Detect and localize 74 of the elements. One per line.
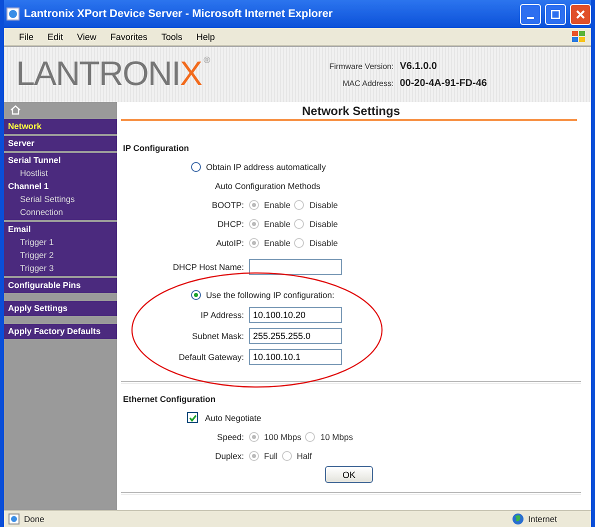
option-label: Use the following IP configuration: <box>206 290 334 300</box>
sidebar-item[interactable]: Channel 1 <box>4 180 117 193</box>
menu-item[interactable]: File <box>12 32 41 42</box>
radio-button[interactable] <box>191 162 201 172</box>
sidebar-item[interactable]: Hostlist <box>4 167 117 180</box>
checkbox[interactable] <box>187 412 198 423</box>
option-label: Enable <box>264 218 290 228</box>
field-label: BOOTP: <box>210 200 245 210</box>
option-label: Half <box>296 450 312 460</box>
globe-icon <box>512 513 524 525</box>
sidebar-item[interactable]: Serial Settings <box>4 193 117 206</box>
field-label: DHCP: <box>216 218 245 228</box>
sidebar-item[interactable]: Apply Settings <box>4 302 117 315</box>
page-title: Network Settings <box>300 103 401 119</box>
window-title: Lantronix XPort Device Server - Microsoft Internet Explorer <box>24 8 334 20</box>
field-label: AutoIP: <box>215 238 245 248</box>
radio-button[interactable] <box>191 290 201 300</box>
option-label: 100 Mbps <box>264 432 302 442</box>
sidebar-item[interactable]: Trigger 1 <box>4 236 117 249</box>
mac-label: MAC Address: <box>342 78 394 88</box>
mac-address: 00-20-4A-91-FD-46 <box>400 78 487 88</box>
menu-item[interactable]: Help <box>189 32 222 42</box>
sidebar-item[interactable]: Email <box>4 223 117 236</box>
status-text: Done <box>24 514 44 524</box>
input-field[interactable]: 10.100.10.20 <box>249 306 342 322</box>
menu-item[interactable]: Tools <box>154 32 190 42</box>
field-label: Speed: <box>216 432 245 442</box>
menu-item[interactable]: View <box>70 32 104 42</box>
option-label: 10 Mbps <box>320 432 353 442</box>
option-label: Disable <box>309 200 338 210</box>
option-label: Full <box>264 450 278 460</box>
host-name-field[interactable] <box>249 258 342 274</box>
maximize-icon <box>551 10 560 18</box>
option-label: Disable <box>309 218 338 228</box>
windows-flag-icon <box>571 30 587 44</box>
firmware-label: Firmware Version: <box>329 62 394 70</box>
sidebar-item[interactable]: Trigger 3 <box>4 262 117 275</box>
option-label: Enable <box>264 200 290 210</box>
home-icon[interactable] <box>10 104 21 114</box>
field-label: IP Address: <box>200 310 245 320</box>
check-icon <box>188 414 196 422</box>
field-label: Subnet Mask: <box>191 330 245 340</box>
zone-text: Internet <box>528 514 557 524</box>
firmware-version: V6.1.0.0 <box>400 60 438 72</box>
menu-item[interactable]: Favorites <box>103 32 154 42</box>
ok-button[interactable]: OK <box>325 466 373 483</box>
close-button[interactable] <box>570 4 591 24</box>
field-label: Duplex: <box>214 450 245 460</box>
section-heading: Ethernet Configuration <box>123 394 217 404</box>
option-label: Enable <box>264 238 290 248</box>
sidebar-item[interactable]: Configurable Pins <box>4 279 117 292</box>
company-logo: LANTRONIX$^{®}$ <box>16 55 210 94</box>
maximize-button[interactable] <box>545 4 566 24</box>
input-field[interactable]: 10.100.10.1 <box>249 348 342 364</box>
field-label: DHCP Host Name: <box>172 262 245 272</box>
option-label: Obtain IP address automatically <box>206 162 326 172</box>
input-field[interactable]: 255.255.255.0 <box>249 328 342 344</box>
sidebar-item[interactable]: Connection <box>4 206 117 219</box>
option-label: Disable <box>309 238 338 248</box>
browser-icon <box>6 7 20 21</box>
sidebar-item[interactable]: Network <box>4 120 117 133</box>
menu-item[interactable]: Edit <box>40 32 70 42</box>
sidebar-item[interactable]: Apply Factory Defaults <box>4 325 117 338</box>
section-heading: IP Configuration <box>123 143 190 153</box>
sidebar-item[interactable]: Serial Tunnel <box>4 154 117 167</box>
close-icon <box>576 10 585 18</box>
sidebar-item[interactable]: Server <box>4 137 117 150</box>
field-label: Default Gateway: <box>178 352 245 362</box>
page-icon <box>8 513 20 525</box>
checkbox-label: Auto Negotiate <box>205 412 262 422</box>
group-label: Auto Configuration Methods <box>215 180 320 190</box>
minimize-icon <box>527 16 534 18</box>
sidebar-item[interactable]: Trigger 2 <box>4 249 117 262</box>
minimize-button[interactable] <box>520 4 541 24</box>
